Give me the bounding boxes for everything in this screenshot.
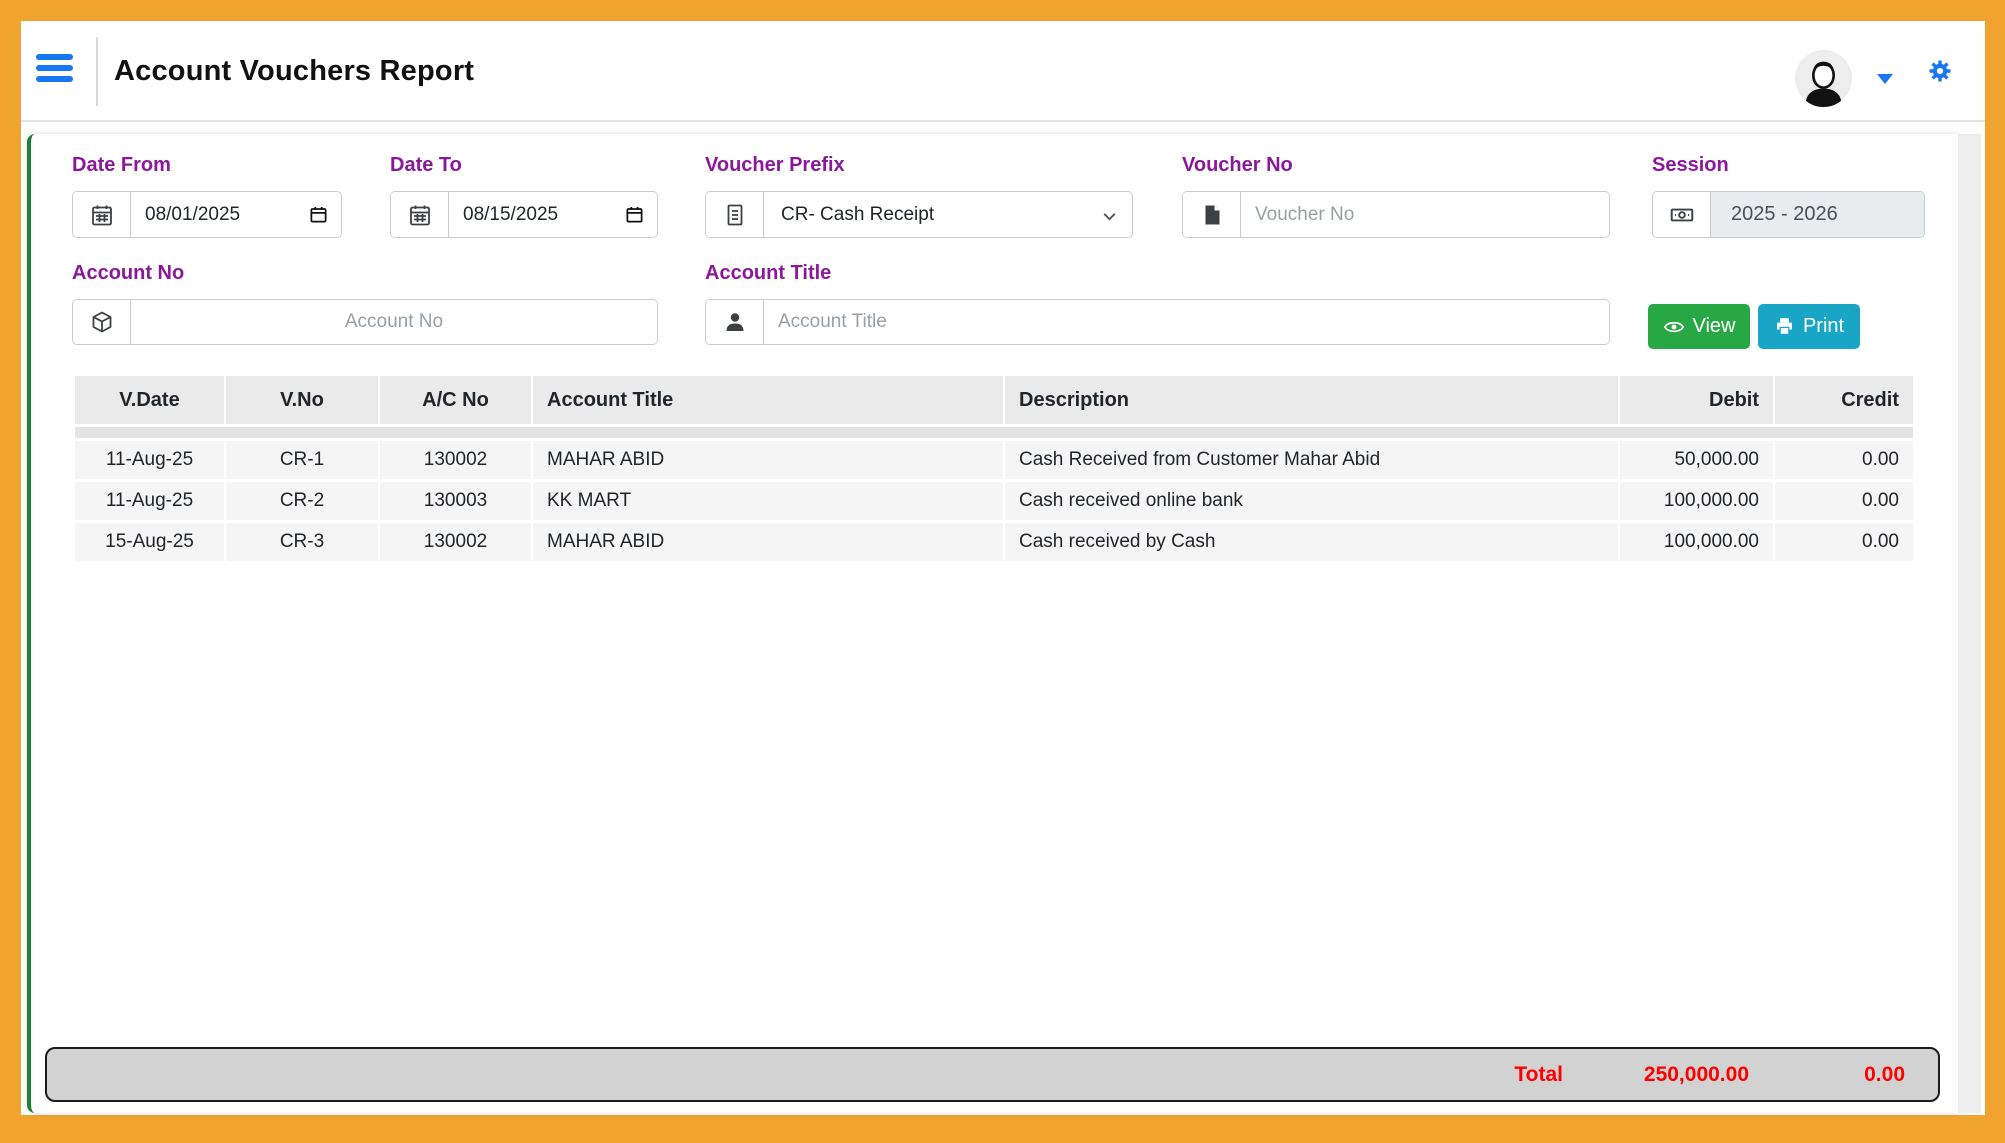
cell-debit: 100,000.00	[1620, 523, 1775, 561]
document-icon	[706, 192, 764, 237]
date-picker-icon[interactable]	[309, 205, 328, 224]
voucher-prefix-select[interactable]: CR- Cash Receipt	[764, 192, 1132, 237]
column-header-a-c-no: A/C No	[380, 376, 533, 424]
person-icon	[706, 300, 764, 344]
cell-credit: 0.00	[1775, 441, 1913, 479]
cube-icon	[73, 300, 131, 344]
file-icon	[1183, 192, 1241, 237]
column-header-v-date: V.Date	[75, 376, 226, 424]
voucher-no-label: Voucher No	[1182, 154, 1293, 177]
date-from-group	[72, 191, 342, 238]
date-to-input[interactable]	[449, 192, 625, 237]
cell-debit: 100,000.00	[1620, 482, 1775, 520]
calendar-icon	[391, 192, 449, 237]
app-header: Account Vouchers Report	[21, 21, 1985, 122]
session-value: 2025 - 2026	[1711, 192, 1924, 237]
view-button[interactable]: View	[1648, 304, 1750, 349]
cell-account-title: KK MART	[533, 482, 1005, 520]
table-row: 11-Aug-25CR-1130002MAHAR ABIDCash Receiv…	[75, 441, 1913, 479]
column-header-description: Description	[1005, 376, 1620, 424]
table-header: V.DateV.NoA/C NoAccount TitleDescription…	[75, 376, 1913, 424]
printer-icon	[1774, 316, 1795, 337]
cell-v-date: 15-Aug-25	[75, 523, 226, 561]
voucher-prefix-group: CR- Cash Receipt	[705, 191, 1133, 238]
print-button[interactable]: Print	[1758, 304, 1860, 349]
eye-icon	[1663, 316, 1685, 338]
cell-v-no: CR-3	[226, 523, 380, 561]
page-title: Account Vouchers Report	[114, 21, 474, 122]
app-window: Account Vouchers Report	[0, 0, 2005, 1143]
voucher-prefix-label: Voucher Prefix	[705, 154, 845, 177]
cell-credit: 0.00	[1775, 523, 1913, 561]
vouchers-table: V.DateV.NoA/C NoAccount TitleDescription…	[75, 373, 1913, 564]
column-header-debit: Debit	[1620, 376, 1775, 424]
chevron-down-icon[interactable]	[1877, 74, 1893, 84]
cell-account-title: MAHAR ABID	[533, 441, 1005, 479]
totals-bar: Total 250,000.00 0.00	[45, 1047, 1940, 1102]
spacer-row	[75, 427, 1913, 438]
page-background: Account Vouchers Report	[21, 21, 1985, 1115]
cell-credit: 0.00	[1775, 482, 1913, 520]
cell-a-c-no: 130002	[380, 441, 533, 479]
column-header-credit: Credit	[1775, 376, 1913, 424]
column-header-v-no: V.No	[226, 376, 380, 424]
session-label: Session	[1652, 154, 1729, 177]
cell-debit: 50,000.00	[1620, 441, 1775, 479]
menu-bar	[36, 54, 73, 60]
voucher-no-group	[1182, 191, 1610, 238]
cell-v-no: CR-1	[226, 441, 380, 479]
account-title-group	[705, 299, 1610, 345]
date-from-label: Date From	[72, 154, 171, 177]
cell-v-date: 11-Aug-25	[75, 441, 226, 479]
account-title-input[interactable]	[764, 300, 1609, 344]
date-from-input[interactable]	[131, 192, 309, 237]
account-title-label: Account Title	[705, 262, 831, 285]
date-picker-icon[interactable]	[625, 205, 644, 224]
menu-bar	[36, 65, 73, 71]
calendar-icon	[73, 192, 131, 237]
cell-v-no: CR-2	[226, 482, 380, 520]
total-label: Total	[1514, 1049, 1563, 1100]
session-group: 2025 - 2026	[1652, 191, 1925, 238]
table-row: 11-Aug-25CR-2130003KK MARTCash received …	[75, 482, 1913, 520]
date-to-label: Date To	[390, 154, 462, 177]
menu-bar	[36, 76, 73, 82]
gear-icon[interactable]	[1928, 59, 1952, 83]
cell-v-date: 11-Aug-25	[75, 482, 226, 520]
report-panel: Date From Date To Voucher Prefix Voucher…	[27, 134, 1958, 1113]
banknote-icon	[1653, 192, 1711, 237]
total-debit: 250,000.00	[1644, 1049, 1749, 1100]
print-button-label: Print	[1803, 315, 1844, 338]
menu-icon[interactable]	[36, 54, 74, 84]
account-no-input[interactable]	[131, 300, 657, 344]
view-button-label: View	[1693, 315, 1736, 338]
cell-account-title: MAHAR ABID	[533, 523, 1005, 561]
table-row: 15-Aug-25CR-3130002MAHAR ABIDCash receiv…	[75, 523, 1913, 561]
cell-description: Cash Received from Customer Mahar Abid	[1005, 441, 1620, 479]
account-no-label: Account No	[72, 262, 184, 285]
voucher-no-input[interactable]	[1241, 192, 1609, 237]
account-no-group	[72, 299, 658, 345]
user-avatar[interactable]	[1795, 50, 1852, 107]
scrollbar-track[interactable]	[1958, 134, 1981, 1113]
header-divider	[96, 37, 98, 106]
cell-description: Cash received by Cash	[1005, 523, 1620, 561]
cell-a-c-no: 130003	[380, 482, 533, 520]
column-header-account-title: Account Title	[533, 376, 1005, 424]
date-to-group	[390, 191, 658, 238]
cell-description: Cash received online bank	[1005, 482, 1620, 520]
cell-a-c-no: 130002	[380, 523, 533, 561]
total-credit: 0.00	[1864, 1049, 1905, 1100]
